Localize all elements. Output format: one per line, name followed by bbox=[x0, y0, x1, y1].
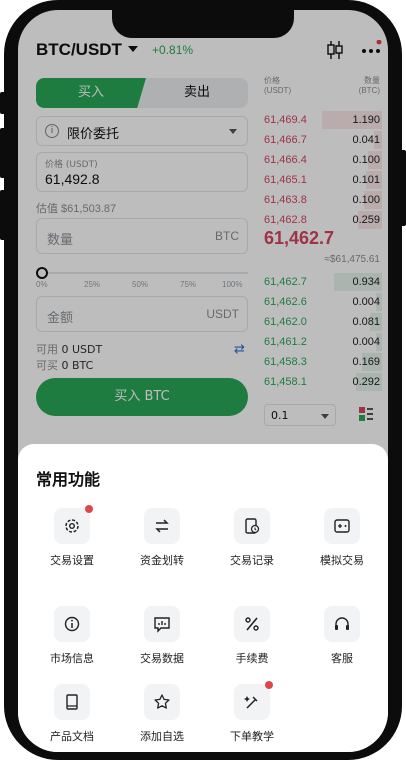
percent-icon bbox=[245, 617, 259, 631]
function-label: 交易数据 bbox=[140, 652, 184, 665]
function-label: 资金划转 bbox=[140, 554, 184, 567]
info-icon bbox=[64, 616, 80, 632]
phone-frame: BTC/USDT +0.81% 买入 卖出 i 限价委托 价格 (USDT) 6… bbox=[4, 0, 402, 760]
function-fees[interactable]: 手续费 bbox=[207, 606, 297, 670]
function-customer-service[interactable]: 客服 bbox=[297, 606, 387, 670]
gamepad-icon bbox=[334, 519, 350, 533]
notification-dot bbox=[265, 681, 273, 689]
headset-icon bbox=[335, 617, 349, 630]
book-icon bbox=[66, 694, 78, 710]
function-add-favorite[interactable]: 添加自选 bbox=[117, 684, 207, 748]
function-label: 添加自选 bbox=[140, 730, 184, 743]
function-order-tutorial[interactable]: 下单教学 bbox=[207, 681, 297, 748]
notch bbox=[112, 10, 294, 38]
function-label: 手续费 bbox=[235, 652, 269, 665]
function-trading-data[interactable]: 交易数据 bbox=[117, 606, 207, 670]
side-button bbox=[0, 128, 6, 178]
function-trade-settings[interactable]: 交易设置 bbox=[27, 505, 117, 572]
function-label: 交易记录 bbox=[230, 554, 274, 567]
function-demo-trading[interactable]: 模拟交易 bbox=[297, 508, 387, 572]
notification-dot bbox=[85, 505, 93, 513]
star-icon bbox=[154, 694, 170, 709]
tutorial-icon bbox=[244, 696, 258, 709]
gear-icon bbox=[65, 519, 79, 533]
common-functions-sheet: 常用功能 交易设置 资金划转 交易记录 模拟交易 市场信息 交易数据 手续费 客… bbox=[18, 444, 388, 752]
function-label: 下单教学 bbox=[230, 730, 274, 743]
side-button bbox=[0, 190, 6, 240]
function-label: 产品文档 bbox=[50, 730, 94, 743]
history-icon bbox=[245, 518, 260, 534]
sheet-title: 常用功能 bbox=[36, 470, 101, 489]
function-label: 交易设置 bbox=[50, 554, 94, 567]
function-label: 模拟交易 bbox=[320, 554, 364, 567]
function-label: 市场信息 bbox=[50, 652, 94, 665]
function-label: 客服 bbox=[331, 652, 353, 665]
side-button bbox=[400, 150, 406, 226]
chart-icon bbox=[154, 617, 170, 633]
function-market-info[interactable]: 市场信息 bbox=[27, 606, 117, 670]
function-fund-transfer[interactable]: 资金划转 bbox=[117, 508, 207, 572]
transfer-icon bbox=[155, 519, 169, 533]
side-button bbox=[0, 92, 6, 114]
phone-screen: BTC/USDT +0.81% 买入 卖出 i 限价委托 价格 (USDT) 6… bbox=[18, 10, 388, 752]
function-product-docs[interactable]: 产品文档 bbox=[27, 684, 117, 748]
function-trade-history[interactable]: 交易记录 bbox=[207, 508, 297, 572]
